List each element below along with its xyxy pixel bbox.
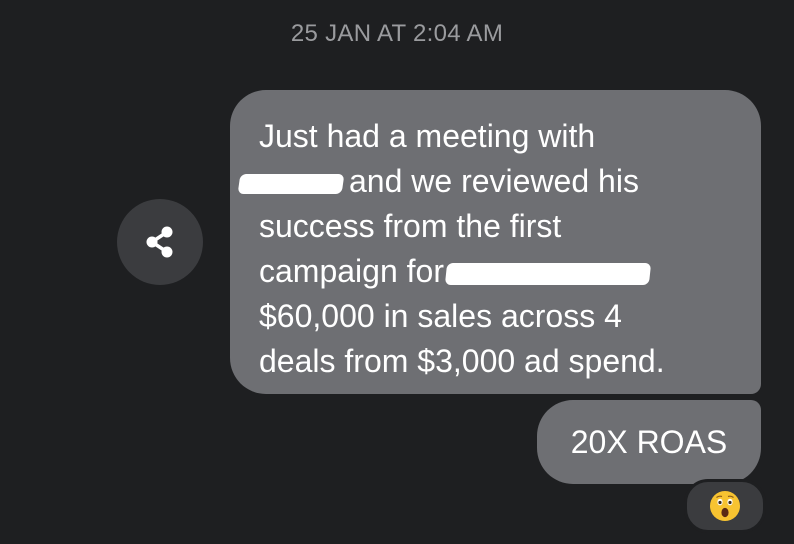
- reply-text: 20X ROAS: [570, 423, 728, 460]
- share-icon: [146, 226, 173, 258]
- message-line: Just had a meeting with: [259, 118, 596, 154]
- redaction-mark: [444, 262, 652, 285]
- share-button[interactable]: [117, 199, 203, 285]
- reaction-badge[interactable]: [684, 479, 766, 533]
- message-line-text: and we reviewed his: [349, 163, 639, 199]
- message-line-with-redaction: campaign for: [259, 249, 739, 294]
- message-line: deals from $3,000 ad spend.: [259, 343, 665, 379]
- message-line-text: campaign for: [259, 253, 444, 289]
- conversation-screen: 25 JAN AT 2:04 AM Just had a meeting wit…: [0, 0, 794, 544]
- reply-bubble[interactable]: 20X ROAS: [537, 400, 761, 484]
- astonished-face-icon: [710, 491, 740, 521]
- message-line: $60,000 in sales across 4: [259, 298, 622, 334]
- message-timestamp: 25 JAN AT 2:04 AM: [290, 20, 504, 47]
- message-line: success from the first: [259, 208, 562, 244]
- message-bubble[interactable]: Just had a meeting with and we reviewed …: [230, 90, 761, 394]
- redaction-mark: [237, 173, 345, 194]
- message-line-with-redaction: and we reviewed his: [237, 159, 739, 204]
